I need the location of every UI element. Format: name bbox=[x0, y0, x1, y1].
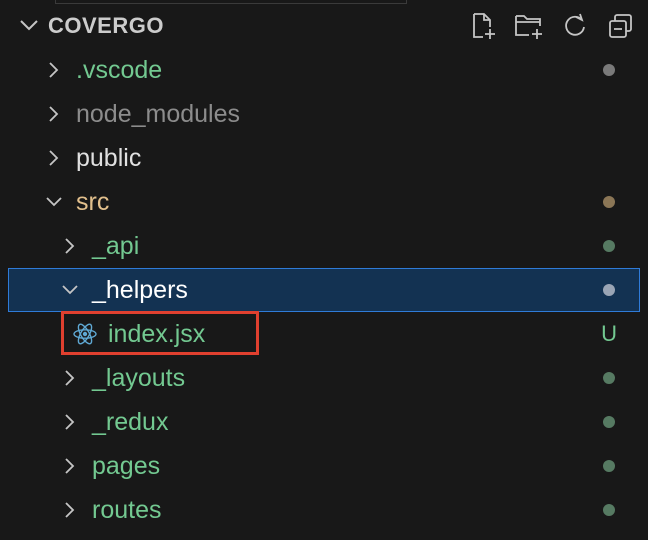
git-status-untracked: U bbox=[601, 321, 617, 346]
tree-folder-row[interactable]: _layouts bbox=[0, 356, 648, 400]
new-file-icon bbox=[473, 13, 495, 39]
new-file-button[interactable] bbox=[466, 10, 500, 42]
tree-folder-label: routes bbox=[92, 496, 162, 524]
tree-file-row[interactable]: index.jsx U bbox=[0, 312, 648, 356]
tree-folder-row[interactable]: node_modules bbox=[0, 92, 648, 136]
chevron-right-icon[interactable] bbox=[60, 368, 80, 388]
collapse-all-button[interactable] bbox=[604, 10, 638, 42]
tree-folder-label: _redux bbox=[92, 408, 169, 436]
workspace-folder-title: COVERGO bbox=[48, 13, 164, 38]
tree-folder-row[interactable]: public bbox=[0, 136, 648, 180]
refresh-icon bbox=[565, 13, 585, 36]
chevron-down-icon[interactable] bbox=[44, 192, 64, 212]
new-folder-icon bbox=[515, 15, 542, 39]
chevron-right-icon[interactable] bbox=[60, 456, 80, 476]
react-icon bbox=[73, 323, 97, 345]
chevron-right-icon[interactable] bbox=[60, 236, 80, 256]
chevron-right-icon[interactable] bbox=[60, 412, 80, 432]
git-status-dot bbox=[603, 416, 615, 428]
tree-folder-row[interactable]: _api bbox=[0, 224, 648, 268]
tree-folder-label: pages bbox=[92, 452, 161, 480]
git-status-dot bbox=[603, 64, 615, 76]
tree-folder-row[interactable]: _helpers bbox=[8, 268, 640, 312]
tree-folder-row[interactable]: routes bbox=[0, 488, 648, 532]
tree-folder-label: node_modules bbox=[76, 100, 241, 128]
chevron-down-icon[interactable] bbox=[18, 14, 40, 36]
chevron-right-icon[interactable] bbox=[44, 148, 64, 168]
tree-folder-label: src bbox=[76, 188, 110, 216]
tree-folder-label: _helpers bbox=[92, 276, 188, 304]
collapse-all-icon bbox=[609, 14, 632, 38]
tree-folder-label: _api bbox=[92, 232, 140, 260]
explorer-section-header[interactable]: COVERGO bbox=[0, 0, 648, 50]
git-status-dot bbox=[603, 504, 615, 516]
tree-folder-row[interactable]: pages bbox=[0, 444, 648, 488]
tree-folder-row[interactable]: src bbox=[0, 180, 648, 224]
tree-folder-row[interactable]: _redux bbox=[0, 400, 648, 444]
refresh-button[interactable] bbox=[558, 10, 592, 42]
explorer-actions bbox=[466, 10, 638, 42]
tree-folder-label: _layouts bbox=[92, 364, 186, 392]
tree-folder-label: .vscode bbox=[76, 56, 163, 84]
tree-folder-row[interactable]: .vscode bbox=[0, 48, 648, 92]
git-status-dot bbox=[603, 284, 615, 296]
git-status-dot bbox=[603, 460, 615, 472]
git-status-dot bbox=[603, 372, 615, 384]
chevron-right-icon[interactable] bbox=[60, 500, 80, 520]
tree-file-label: index.jsx bbox=[108, 320, 206, 348]
chevron-right-icon[interactable] bbox=[44, 104, 64, 124]
tree-folder-label: public bbox=[76, 144, 142, 172]
new-folder-button[interactable] bbox=[512, 10, 546, 42]
git-status-dot bbox=[603, 240, 615, 252]
chevron-down-icon[interactable] bbox=[60, 280, 80, 300]
chevron-right-icon[interactable] bbox=[44, 60, 64, 80]
git-status-dot bbox=[603, 196, 615, 208]
